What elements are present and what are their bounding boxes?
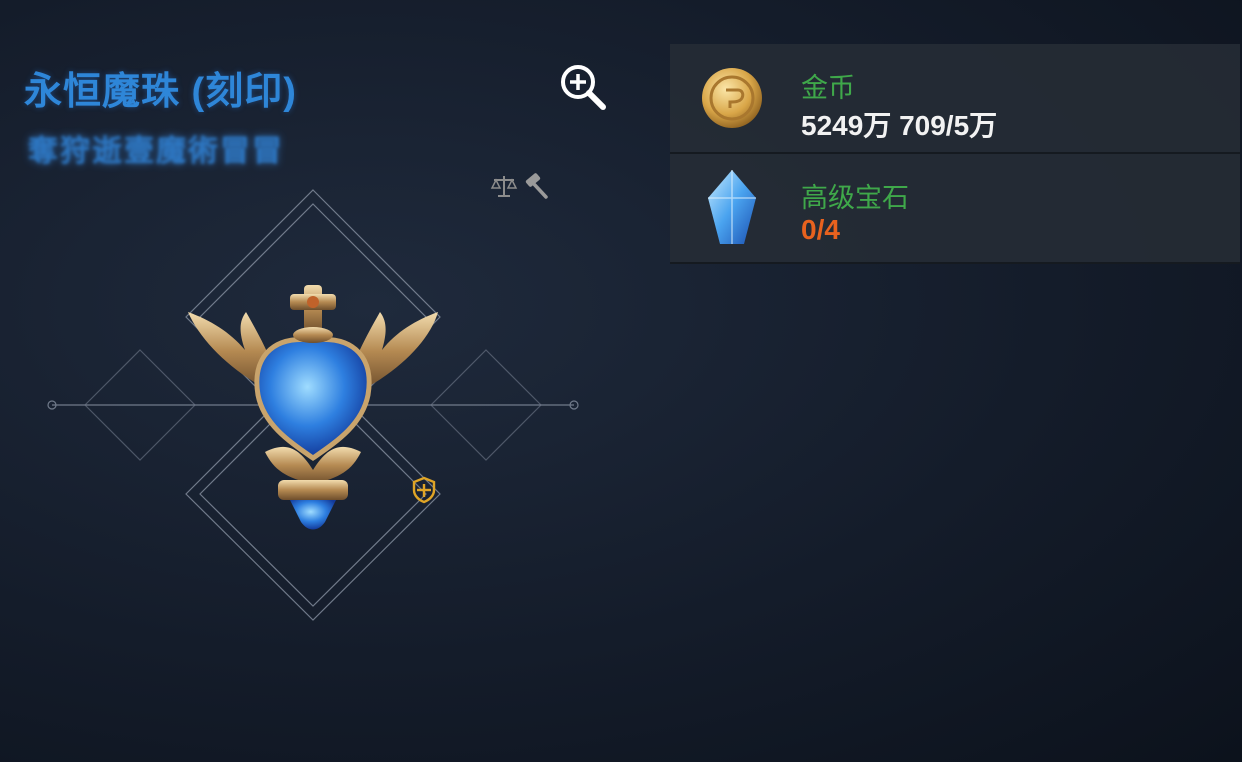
resource-name: 高级宝石 [801,183,909,213]
item-title: 永恒魔珠 (刻印) [24,71,297,113]
zoom-in-button[interactable] [556,60,610,114]
zoom-in-icon [561,65,606,110]
resource-value: 5249万 709/5万 [801,110,998,141]
resource-panel: 金币 5249万 709/5万 高级宝石 0/4 [670,44,1240,264]
item-emblem-display [40,180,590,630]
winged-sapphire-orb-emblem [188,285,438,530]
blue-crystal-icon [708,170,756,244]
resource-value: 0/4 [801,214,840,245]
gold-coin-icon [702,68,762,128]
resource-row-gem: 高级宝石 0/4 [670,154,1240,264]
shield-plus-icon [412,476,436,504]
balance-scale-icon[interactable] [490,172,518,200]
resource-row-gold: 金币 5249万 709/5万 [670,44,1240,154]
item-subtitle: 奪狩逝壹魔術冒冒 [28,135,284,168]
resource-name: 金币 [801,73,855,103]
hammer-icon[interactable] [522,172,550,200]
